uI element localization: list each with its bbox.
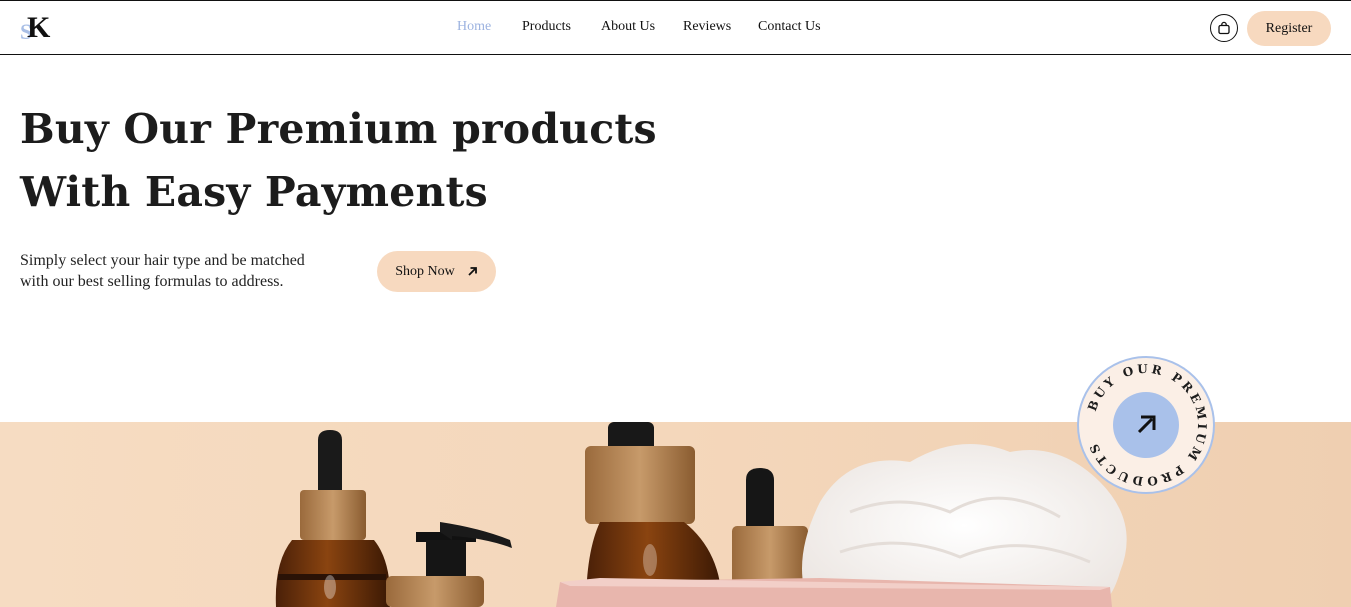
hero-title: Buy Our Premium products With Easy Payme… xyxy=(20,98,720,224)
hero-subtitle-line-1: Simply select your hair type and be matc… xyxy=(20,252,305,269)
main-nav: Home Products About Us Reviews Contact U… xyxy=(0,19,1351,39)
hero-title-line-2: With Easy Payments xyxy=(20,168,488,216)
nav-about-us[interactable]: About Us xyxy=(601,19,655,35)
hero-subtitle-line-2: with our best selling formulas to addres… xyxy=(20,273,284,290)
nav-contact-us[interactable]: Contact Us xyxy=(758,19,821,35)
register-button[interactable]: Register xyxy=(1247,11,1331,46)
cart-button[interactable] xyxy=(1210,14,1238,42)
shop-now-button[interactable]: Shop Now xyxy=(377,251,496,292)
hero-title-line-1: Buy Our Premium products xyxy=(20,105,657,153)
shop-now-label: Shop Now xyxy=(395,263,455,279)
nav-products[interactable]: Products xyxy=(522,19,571,35)
shopping-bag-icon xyxy=(1218,21,1230,35)
nav-reviews[interactable]: Reviews xyxy=(683,19,731,35)
arrow-up-right-icon xyxy=(468,267,477,276)
hero-subtitle: Simply select your hair type and be matc… xyxy=(20,250,340,292)
circular-badge-button[interactable]: BUY OUR PREMIUM PRODUCTS xyxy=(1076,355,1216,495)
nav-home[interactable]: Home xyxy=(457,19,491,35)
header-bar: S K Home Products About Us Reviews Conta… xyxy=(0,0,1351,55)
